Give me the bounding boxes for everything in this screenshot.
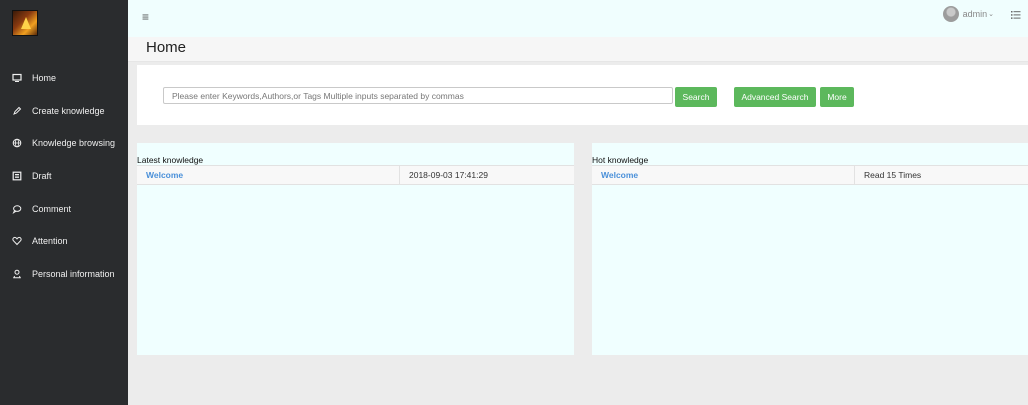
search-panel: Search Advanced Search More xyxy=(137,65,1028,125)
heart-icon xyxy=(12,236,22,246)
person-icon xyxy=(12,269,22,279)
globe-icon xyxy=(12,138,22,148)
sidebar-item-label: Attention xyxy=(32,236,68,247)
sidebar-item-attention[interactable]: Attention xyxy=(0,225,128,258)
panel-title: Latest knowledge xyxy=(137,155,204,165)
sidebar-nav: Home Create knowledge Knowledge browsing… xyxy=(0,62,128,290)
monitor-icon xyxy=(12,73,22,83)
chevron-down-icon: ⌄ xyxy=(988,11,994,18)
pencil-icon xyxy=(12,106,22,116)
sidebar-item-knowledge-browsing[interactable]: Knowledge browsing xyxy=(0,127,128,160)
sidebar-item-label: Comment xyxy=(32,203,72,214)
hot-knowledge-panel: Hot knowledge Welcome Read 15 Times xyxy=(592,143,1028,355)
table-row: Welcome Read 15 Times xyxy=(592,165,1028,185)
knowledge-link[interactable]: Welcome xyxy=(137,166,400,184)
page-title: Home xyxy=(146,39,187,56)
user-name: admin xyxy=(962,9,988,19)
user-menu[interactable]: admin ⌄ xyxy=(942,6,994,22)
sidebar: Home Create knowledge Knowledge browsing… xyxy=(0,0,128,405)
knowledge-date: 2018-09-03 17:41:29 xyxy=(409,170,488,180)
comment-icon xyxy=(12,204,22,214)
more-button[interactable]: More xyxy=(820,87,854,107)
sidebar-item-personal-information[interactable]: Personal information xyxy=(0,258,128,291)
table-row: Welcome 2018-09-03 17:41:29 xyxy=(137,165,574,185)
sidebar-item-label: Knowledge browsing xyxy=(32,138,116,149)
top-bar: ≡ admin ⌄ xyxy=(128,0,1028,37)
sidebar-item-label: Personal information xyxy=(32,268,115,279)
sidebar-item-label: Create knowledge xyxy=(32,105,105,116)
search-button[interactable]: Search xyxy=(675,87,717,107)
knowledge-link[interactable]: Welcome xyxy=(592,166,855,184)
sidebar-item-label: Home xyxy=(32,73,57,84)
app-logo[interactable] xyxy=(12,10,38,36)
flame-logo-icon xyxy=(21,17,31,29)
draft-icon xyxy=(12,171,22,181)
sidebar-item-comment[interactable]: Comment xyxy=(0,192,128,225)
search-input[interactable] xyxy=(163,87,673,104)
sidebar-item-home[interactable]: Home xyxy=(0,62,128,95)
avatar xyxy=(942,6,959,22)
hamburger-menu-icon[interactable]: ≡ xyxy=(142,10,149,24)
page-header: Home xyxy=(128,37,1028,62)
latest-knowledge-panel: Latest knowledge Welcome 2018-09-03 17:4… xyxy=(137,143,574,355)
panel-title: Hot knowledge xyxy=(592,155,649,165)
list-icon[interactable] xyxy=(1010,8,1022,20)
advanced-search-button[interactable]: Advanced Search xyxy=(734,87,816,107)
sidebar-item-create-knowledge[interactable]: Create knowledge xyxy=(0,95,128,128)
sidebar-item-draft[interactable]: Draft xyxy=(0,160,128,193)
read-count: Read 15 Times xyxy=(864,170,922,180)
sidebar-item-label: Draft xyxy=(32,171,52,182)
